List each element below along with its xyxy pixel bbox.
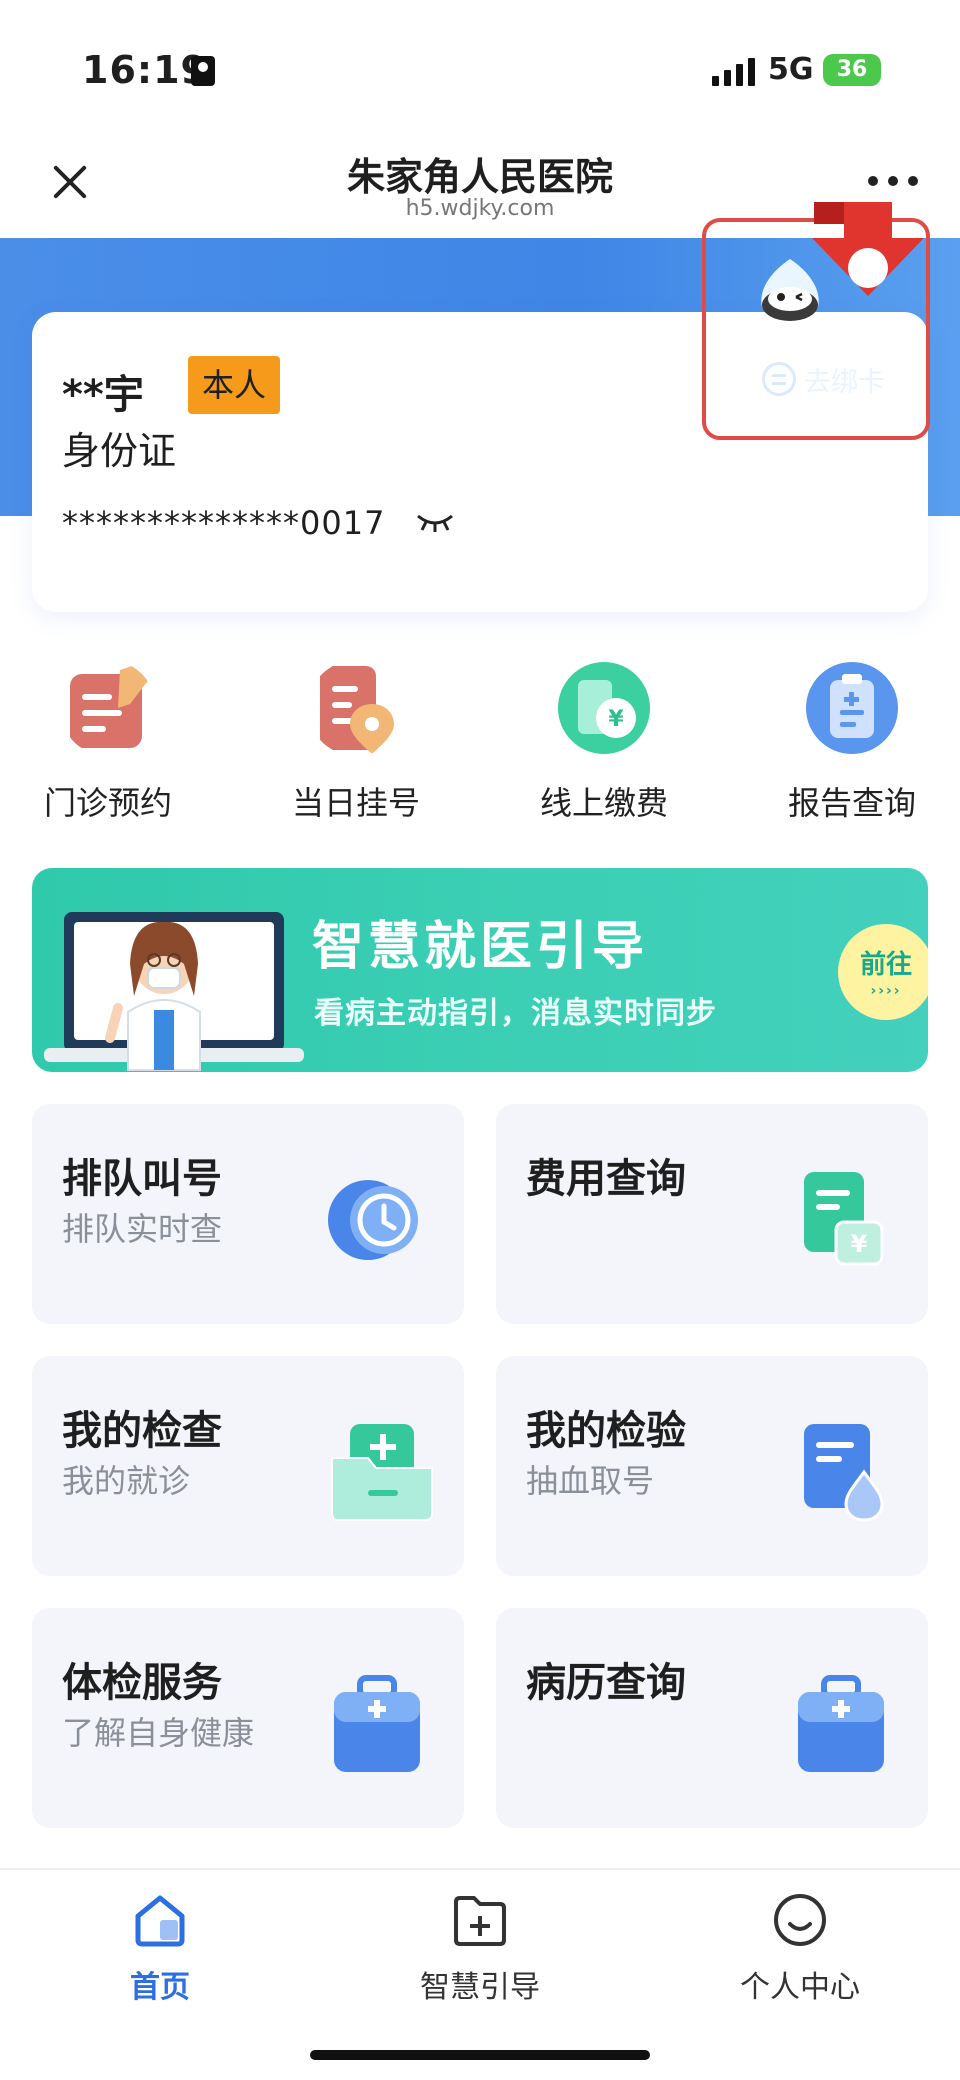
quick-entry-same-day-register[interactable]: 当日挂号 [256, 660, 456, 830]
report-icon [806, 662, 898, 754]
smart-guide-banner[interactable]: 智慧就医引导 看病主动指引，消息实时同步 前往 ›››› [32, 868, 928, 1072]
cellular-signal-icon [712, 56, 758, 86]
queue-clock-icon [328, 1180, 418, 1260]
tile-medical-record[interactable]: 病历查询 [496, 1608, 928, 1828]
tile-title: 费用查询 [526, 1156, 686, 1202]
quick-entry-label: 报告查询 [787, 784, 916, 822]
self-tag: 本人 [188, 356, 280, 414]
tab-smart-guide[interactable]: 智慧引导 [370, 1890, 590, 2006]
id-type: 身份证 [62, 429, 177, 473]
status-time: 16:19 [82, 48, 208, 92]
more-icon[interactable] [868, 176, 918, 188]
tile-queue[interactable]: 排队叫号 排队实时查 [32, 1104, 464, 1324]
quick-entry-label: 当日挂号 [291, 784, 420, 822]
exam-folder-icon [331, 1424, 433, 1521]
banner-title: 智慧就医引导 [312, 917, 649, 977]
network-type: 5G [768, 52, 814, 87]
doctor-illustration [44, 912, 304, 1071]
tab-home[interactable]: 首页 [50, 1890, 270, 2006]
tile-subtitle: 我的就诊 [62, 1462, 191, 1500]
eye-closed-icon[interactable] [416, 512, 454, 534]
quick-entry-appointment[interactable]: 门诊预约 [8, 660, 208, 830]
tile-title: 我的检验 [526, 1408, 686, 1454]
lab-test-icon [804, 1424, 884, 1522]
tile-title: 病历查询 [526, 1660, 686, 1706]
banner-go-arrows: ›››› [870, 983, 902, 999]
quick-entry-online-payment[interactable]: ¥ 线上缴费 [504, 660, 704, 830]
id-number: **************0017 [62, 504, 386, 542]
status-bar: 16:19 5G 36 [0, 0, 960, 140]
fee-document-icon: ¥ [804, 1172, 884, 1266]
folder-plus-icon [454, 1896, 506, 1946]
banner-go-button[interactable]: 前往 ›››› [838, 924, 928, 1020]
tile-subtitle: 了解自身健康 [62, 1714, 255, 1752]
smile-icon [774, 1894, 826, 1946]
quick-entry-label: 线上缴费 [539, 784, 668, 822]
home-icon [135, 1895, 185, 1947]
home-indicator [310, 2050, 650, 2060]
online-payment-icon: ¥ [558, 662, 650, 754]
same-day-register-icon [320, 666, 394, 754]
battery-icon: 36 [823, 54, 881, 86]
tab-profile[interactable]: 个人中心 [690, 1890, 910, 2006]
annotation-dot [848, 248, 888, 288]
tab-label: 智慧引导 [420, 1970, 540, 2005]
tile-my-examination[interactable]: 我的检查 我的就诊 [32, 1356, 464, 1576]
checkup-kit-icon [334, 1675, 420, 1772]
tile-subtitle: 抽血取号 [526, 1462, 655, 1500]
bottom-tab-bar: 首页 智慧引导 个人中心 [0, 1868, 960, 2080]
tile-title: 我的检查 [62, 1408, 222, 1454]
tab-label: 首页 [130, 1970, 190, 2005]
svg-text:¥: ¥ [851, 1230, 868, 1258]
tab-label: 个人中心 [740, 1970, 860, 2005]
tile-subtitle: 排队实时查 [62, 1210, 223, 1248]
tile-fee-query[interactable]: 费用查询 ¥ [496, 1104, 928, 1324]
quick-entry-report[interactable]: 报告查询 [752, 660, 952, 830]
banner-subtitle: 看病主动指引，消息实时同步 [314, 996, 717, 1031]
banner-go-label: 前往 [859, 950, 912, 980]
page-title: 朱家角人民医院 [346, 155, 613, 199]
tile-physical-checkup[interactable]: 体检服务 了解自身健康 [32, 1608, 464, 1828]
appointment-icon [70, 662, 150, 748]
tile-title: 排队叫号 [62, 1156, 222, 1202]
patient-name: **宇 [62, 372, 144, 418]
tile-my-lab-test[interactable]: 我的检验 抽血取号 [496, 1356, 928, 1576]
tile-title: 体检服务 [62, 1660, 222, 1706]
svg-text:¥: ¥ [608, 707, 624, 732]
medical-record-kit-icon [798, 1675, 884, 1772]
quick-entry-label: 门诊预约 [43, 784, 172, 822]
portrait-lock-icon [191, 56, 215, 86]
